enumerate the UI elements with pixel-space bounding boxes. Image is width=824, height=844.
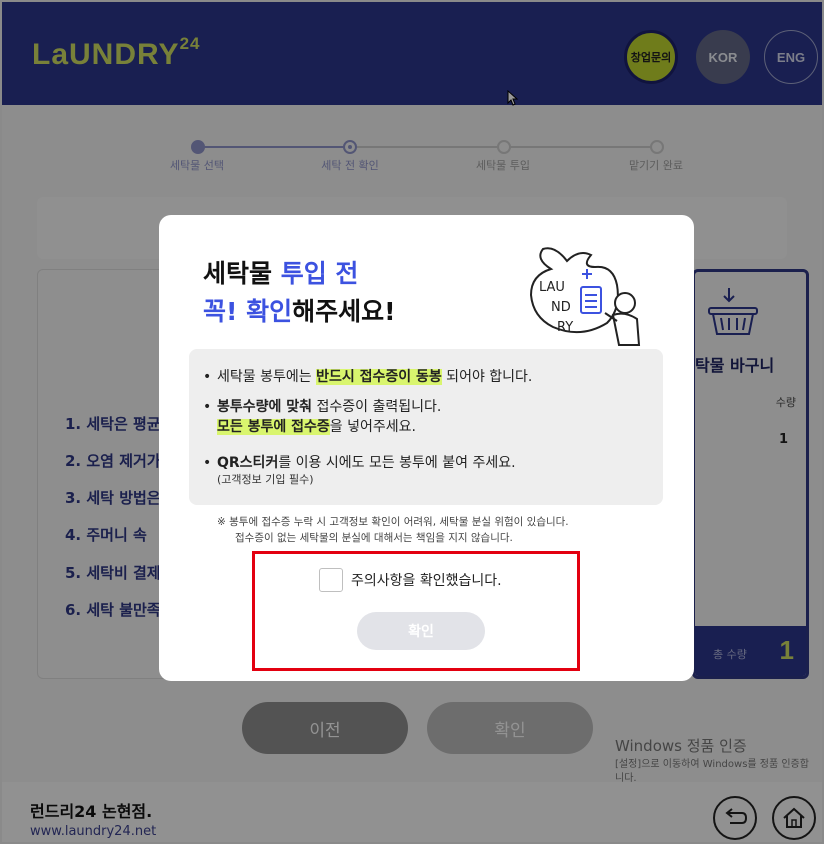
dialog-title: 세탁물 투입 전 꼭! 확인해주세요! xyxy=(203,259,396,326)
svg-text:RY: RY xyxy=(557,320,573,335)
notice-box: 세탁물 봉투에는 반드시 접수증이 동봉 되어야 합니다. 봉투수량에 맞춰 접… xyxy=(189,349,663,505)
laundry-bag-character-illustration: LAU ND RY xyxy=(529,247,641,346)
notice-item: 세탁물 봉투에는 반드시 접수증이 동봉 되어야 합니다. xyxy=(203,367,532,387)
kiosk-screen: LaUNDRY24 창업문의 KOR ENG 세탁물 선택 세탁 전 확인 세탁… xyxy=(0,0,824,844)
notice-item: QR스티커를 이용 시에도 모든 봉투에 붙여 주세요. (고객정보 기입 필수… xyxy=(203,453,516,487)
acknowledge-checkbox[interactable] xyxy=(319,568,343,592)
svg-text:LAU: LAU xyxy=(539,280,565,295)
notice-item: 봉투수량에 맞춰 접수증이 출력됩니다. 모든 봉투에 접수증을 넣어주세요. xyxy=(203,397,441,437)
acknowledge-checkbox-label[interactable]: 주의사항을 확인했습니다. xyxy=(351,570,502,590)
pre-insert-check-dialog: 세탁물 투입 전 꼭! 확인해주세요! LAU ND RY 세탁물 봉투에는 반… xyxy=(159,215,694,681)
dialog-confirm-button[interactable]: 확인 xyxy=(357,612,485,650)
confirmation-highlight-box: 주의사항을 확인했습니다. 확인 xyxy=(252,551,580,671)
svg-text:ND: ND xyxy=(551,300,571,315)
warning-note: ※ 봉투에 접수증 누락 시 고객정보 확인이 어려워, 세탁물 분실 위험이 … xyxy=(217,516,569,544)
